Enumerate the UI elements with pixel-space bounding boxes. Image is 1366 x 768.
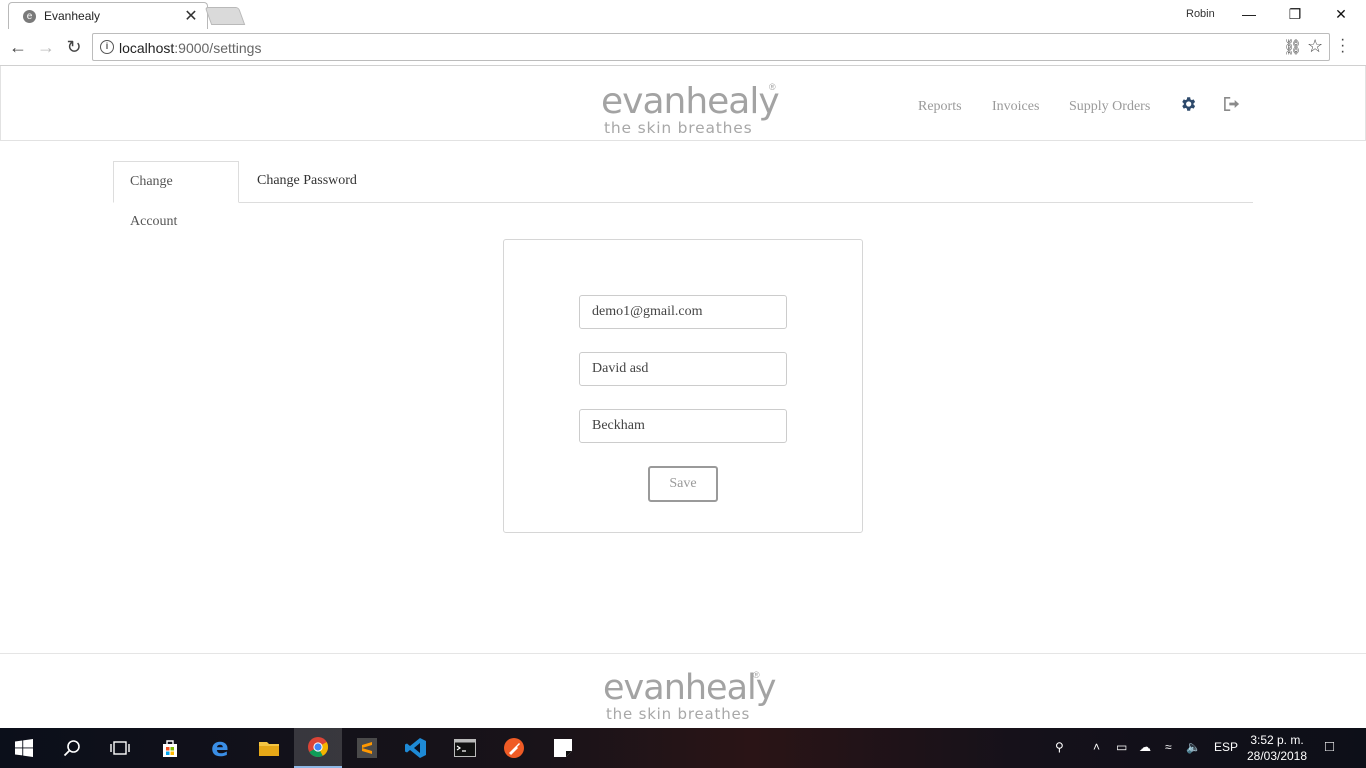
browser-tab[interactable]: e Evanhealy ✕ [8,2,208,29]
language-indicator[interactable]: ESP [1214,740,1238,754]
forward-arrow-icon[interactable]: → [34,35,58,59]
restore-icon[interactable]: ❐ [1272,0,1318,29]
browser-menu-icon[interactable]: · · · [1340,32,1345,60]
browser-titlebar: e Evanhealy ✕ Robin — ❐ ✕ [0,0,1366,29]
first-name-field[interactable] [579,352,787,386]
vscode-icon[interactable] [392,728,440,768]
terminal-icon[interactable] [441,728,489,768]
taskbar-clock[interactable]: 3:52 p. m. 28/03/2018 [1244,732,1310,764]
reload-icon[interactable]: ↻ [62,35,86,59]
url-text: localhost:9000/settings [119,40,262,56]
clock-date: 28/03/2018 [1246,749,1308,763]
footer-logo: evanhealy ® the skin breathes [603,668,776,723]
header-logo[interactable]: evanhealy ® the skin breathes [601,81,780,137]
nav-invoices[interactable]: Invoices [992,99,1039,115]
file-explorer-icon[interactable] [245,728,293,768]
tab-close-icon[interactable]: ✕ [183,6,199,26]
account-form-card: Save [503,239,863,533]
sticky-notes-icon[interactable] [539,728,587,768]
chrome-icon[interactable] [294,728,342,768]
settings-tabs: Change Account Change Password [113,161,1253,229]
footer-logo-registered-mark: ® [753,670,760,680]
browser-toolbar: ← → ↻ i localhost:9000/settings ⛓ ☆ · · · [0,29,1366,66]
last-name-field[interactable] [579,409,787,443]
nav-supply-orders[interactable]: Supply Orders [1069,99,1150,115]
page-header: evanhealy ® the skin breathes Reports In… [0,66,1366,141]
logo-tagline: the skin breathes [604,119,753,137]
store-icon[interactable] [146,728,194,768]
tray-overflow-icon[interactable]: ˄ [1093,740,1100,754]
volume-icon[interactable]: 🔈 [1186,740,1201,754]
gear-icon[interactable] [1179,95,1197,113]
minimize-icon[interactable]: — [1226,0,1272,29]
footer-logo-tagline: the skin breathes [606,705,751,723]
site-info-icon[interactable]: i [100,40,114,54]
email-field[interactable] [579,295,787,329]
window-close-icon[interactable]: ✕ [1318,0,1364,29]
action-center-icon[interactable]: □ [1325,738,1334,755]
windows-start-icon[interactable] [0,728,48,768]
tab-change-account[interactable]: Change Account [113,161,239,229]
save-button[interactable]: Save [648,466,718,502]
key-icon[interactable]: ⛓ [1283,38,1302,56]
logo-brand: evanhealy [601,81,780,122]
back-arrow-icon[interactable]: ← [6,35,30,59]
new-tab-button[interactable] [204,7,246,25]
address-bar[interactable]: i localhost:9000/settings ⛓ ☆ [92,33,1330,61]
sublime-text-icon[interactable] [343,728,391,768]
edge-browser-icon[interactable]: e [196,728,244,768]
clock-time: 3:52 p. m. [1250,733,1304,747]
search-icon[interactable] [48,728,96,768]
page-footer: evanhealy ® the skin breathes [0,653,1366,728]
postman-icon[interactable] [490,728,538,768]
tab-title: Evanhealy [44,9,101,23]
windows-taskbar: e ⚲ ˄ ▭ ☁ ≈ 🔈 ESP 3:52 p. m. 28/03/2018 … [0,728,1366,768]
tab-favicon-icon: e [23,10,36,23]
battery-icon[interactable]: ▭ [1116,740,1127,754]
bookmark-star-icon[interactable]: ☆ [1307,36,1323,57]
logout-icon[interactable] [1223,96,1241,112]
wifi-icon[interactable]: ≈ [1165,740,1172,754]
footer-logo-brand: evanhealy [603,668,776,708]
onedrive-icon[interactable]: ☁ [1139,740,1151,754]
task-view-icon[interactable] [96,728,144,768]
nav-reports[interactable]: Reports [918,99,962,115]
profile-name[interactable]: Robin [1186,8,1215,20]
people-icon[interactable]: ⚲ [1055,740,1064,754]
logo-registered-mark: ® [769,82,776,92]
tab-change-password[interactable]: Change Password [241,161,373,203]
